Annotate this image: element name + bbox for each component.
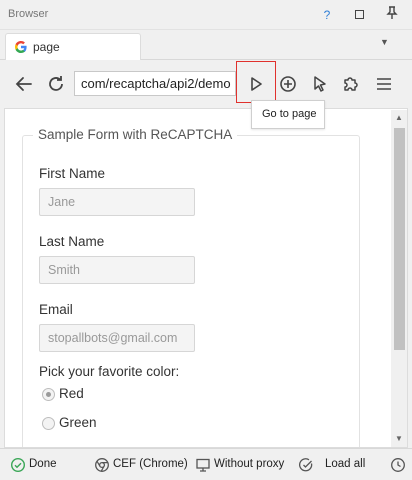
- help-button[interactable]: ?: [318, 6, 336, 24]
- radio-button[interactable]: [42, 388, 55, 401]
- clock-icon: [391, 458, 405, 472]
- status-engine[interactable]: CEF (Chrome): [94, 457, 188, 473]
- color-question: Pick your favorite color:: [39, 364, 180, 379]
- page-viewport[interactable]: Sample Form with ReCAPTCHA First Name Ja…: [4, 108, 408, 448]
- back-button[interactable]: [12, 72, 36, 96]
- hamburger-icon: [377, 78, 391, 90]
- back-arrow-icon: [15, 77, 32, 91]
- menu-button[interactable]: [372, 72, 396, 96]
- email-input[interactable]: stopallbots@gmail.com: [39, 324, 195, 352]
- vertical-scrollbar[interactable]: ▲ ▼: [391, 110, 407, 447]
- status-proxy[interactable]: Without proxy: [195, 457, 295, 473]
- status-engine-label: CEF (Chrome): [113, 458, 188, 470]
- monitor-icon: [196, 458, 210, 472]
- maximize-button[interactable]: [350, 6, 368, 24]
- radio-button[interactable]: [42, 417, 55, 430]
- radio-label: Green: [59, 415, 97, 430]
- tabs-dropdown-button[interactable]: ▼: [380, 37, 389, 47]
- element-picker-button[interactable]: [308, 72, 332, 96]
- first-name-label: First Name: [39, 166, 106, 181]
- status-done-label: Done: [29, 458, 57, 470]
- google-icon: [15, 41, 27, 53]
- status-done: Done: [10, 457, 70, 473]
- chrome-icon: [95, 458, 109, 472]
- form-legend: Sample Form with ReCAPTCHA: [33, 127, 238, 142]
- go-button[interactable]: [244, 72, 268, 96]
- scroll-up-arrow-icon[interactable]: ▲: [395, 113, 403, 122]
- go-tooltip: Go to page: [251, 100, 325, 129]
- pin-button[interactable]: [383, 6, 401, 24]
- tab-page[interactable]: page: [5, 33, 141, 61]
- play-icon: [251, 77, 262, 91]
- puzzle-icon: [344, 77, 358, 91]
- cursor-icon: [314, 76, 326, 92]
- add-button[interactable]: [276, 72, 300, 96]
- tab-bar: page ▼: [0, 30, 412, 61]
- status-load[interactable]: Load all: [298, 457, 370, 473]
- first-name-input[interactable]: Jane: [39, 188, 195, 216]
- plus-circle-icon: [280, 76, 296, 92]
- last-name-label: Last Name: [39, 234, 105, 249]
- form-fieldset: [22, 135, 360, 447]
- reload-button[interactable]: [44, 72, 68, 96]
- tab-label: page: [33, 40, 60, 54]
- status-bar: Done CEF (Chrome) Without proxy Load all: [0, 448, 412, 480]
- reload-icon: [49, 76, 63, 91]
- radio-label: Red: [59, 386, 84, 401]
- check-circle-icon: [10, 457, 26, 473]
- status-proxy-label: Without proxy: [214, 458, 285, 470]
- check-load-icon: [299, 458, 313, 472]
- email-label: Email: [39, 302, 73, 317]
- maximize-icon: [354, 10, 364, 20]
- window-titlebar: Browser ?: [0, 0, 412, 30]
- pin-icon: [386, 6, 398, 19]
- window-title: Browser: [8, 8, 49, 20]
- address-bar[interactable]: com/recaptcha/api2/demo: [74, 71, 236, 96]
- status-load-label: Load all: [325, 458, 366, 470]
- extensions-button[interactable]: [339, 72, 363, 96]
- last-name-input[interactable]: Smith: [39, 256, 195, 284]
- navigation-bar: com/recaptcha/api2/demo: [0, 60, 412, 108]
- scroll-thumb[interactable]: [394, 128, 405, 350]
- status-timer[interactable]: [390, 457, 408, 473]
- scroll-down-arrow-icon[interactable]: ▼: [395, 434, 403, 443]
